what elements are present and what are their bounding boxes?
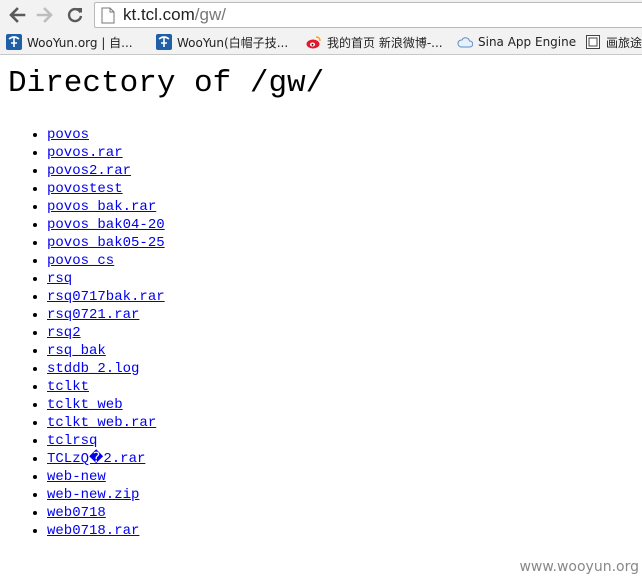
list-item: web-new.zip	[47, 486, 165, 504]
list-item: stddb_2.log	[47, 360, 165, 378]
file-link[interactable]: povos.rar	[47, 145, 123, 161]
list-item: povos.rar	[47, 144, 165, 162]
file-link[interactable]: web-new.zip	[47, 487, 139, 503]
bookmark-label: Sina App Engine	[478, 35, 577, 49]
bookmark-wooyun-whitehat[interactable]: WooYun(白帽子技...	[156, 33, 288, 51]
bookmark-label: WooYun.org | 自...	[27, 35, 133, 50]
arrow-left-icon	[9, 7, 26, 23]
bookmark-label: 我的首页 新浪微博-...	[327, 35, 443, 50]
back-button[interactable]	[6, 4, 28, 26]
list-item: povos	[47, 126, 165, 144]
file-link[interactable]: web-new	[47, 469, 106, 485]
list-item: TCLzQ�2.rar	[47, 450, 165, 468]
page-icon	[585, 34, 601, 50]
file-link[interactable]: tclrsq	[47, 433, 97, 449]
list-item: web0718.rar	[47, 522, 165, 540]
forward-button[interactable]	[34, 4, 56, 26]
list-item: povos_bak.rar	[47, 198, 165, 216]
file-link[interactable]: rsq	[47, 271, 72, 287]
bookmark-wooyun-org[interactable]: WooYun.org | 自...	[6, 33, 133, 51]
list-item: rsq	[47, 270, 165, 288]
bookmark-label: 画旅途	[606, 35, 642, 50]
file-link[interactable]: TCLzQ�2.rar	[47, 451, 145, 467]
file-link[interactable]: tclkt_web	[47, 397, 123, 413]
file-link[interactable]: rsq0717bak.rar	[47, 289, 165, 305]
list-item: rsq0721.rar	[47, 306, 165, 324]
bookmark-label: WooYun(白帽子技...	[177, 35, 289, 50]
arrow-right-icon	[36, 7, 53, 23]
file-link[interactable]: povos_bak04-20	[47, 217, 165, 233]
wooyun-icon	[6, 34, 22, 50]
bookmark-sina-app-engine[interactable]: Sina App Engine	[457, 33, 576, 51]
list-item: rsq2	[47, 324, 165, 342]
list-item: rsq0717bak.rar	[47, 288, 165, 306]
file-link[interactable]: povos	[47, 127, 89, 143]
bookmarks-bar: WooYun.org | 自... WooYun(白帽子技... 我的首页 新浪…	[0, 30, 642, 55]
list-item: tclkt_web.rar	[47, 414, 165, 432]
list-item: povos_cs	[47, 252, 165, 270]
file-link[interactable]: rsq_bak	[47, 343, 106, 359]
file-link[interactable]: web0718.rar	[47, 523, 139, 539]
list-item: web-new	[47, 468, 165, 486]
bookmark-weibo[interactable]: 我的首页 新浪微博-...	[306, 33, 443, 51]
cloud-icon	[457, 34, 473, 50]
page-icon	[101, 6, 117, 24]
list-item: tclkt_web	[47, 396, 165, 414]
list-item: web0718	[47, 504, 165, 522]
address-host: kt.tcl.com	[123, 5, 195, 24]
address-path: /gw/	[194, 5, 226, 24]
page-title: Directory of /gw/	[8, 66, 325, 101]
address-bar[interactable]: kt.tcl.com/gw/	[94, 2, 642, 28]
directory-listing: povos povos.rar povos2.rar povostest povos_b…	[0, 126, 165, 540]
reload-icon	[67, 7, 83, 23]
file-link[interactable]: tclkt	[47, 379, 89, 395]
file-link[interactable]: povos_bak05-25	[47, 235, 165, 251]
file-link[interactable]: rsq2	[47, 325, 81, 341]
file-link[interactable]: stddb_2.log	[47, 361, 139, 377]
file-link[interactable]: web0718	[47, 505, 106, 521]
file-link[interactable]: rsq0721.rar	[47, 307, 139, 323]
file-link[interactable]: tclkt_web.rar	[47, 415, 156, 431]
list-item: povostest	[47, 180, 165, 198]
list-item: tclrsq	[47, 432, 165, 450]
list-item: tclkt	[47, 378, 165, 396]
browser-toolbar: kt.tcl.com/gw/	[0, 0, 642, 30]
list-item: povos_bak05-25	[47, 234, 165, 252]
reload-button[interactable]	[64, 4, 86, 26]
file-link[interactable]: povostest	[47, 181, 123, 197]
address-text[interactable]: kt.tcl.com/gw/	[123, 5, 226, 25]
wooyun-icon	[156, 34, 172, 50]
weibo-icon	[306, 34, 322, 50]
bookmark-travel[interactable]: 画旅途	[585, 33, 642, 51]
watermark: www.wooyun.org	[519, 559, 639, 575]
list-item: povos2.rar	[47, 162, 165, 180]
list-item: rsq_bak	[47, 342, 165, 360]
file-link[interactable]: povos2.rar	[47, 163, 131, 179]
file-link[interactable]: povos_bak.rar	[47, 199, 156, 215]
file-link[interactable]: povos_cs	[47, 253, 114, 269]
list-item: povos_bak04-20	[47, 216, 165, 234]
